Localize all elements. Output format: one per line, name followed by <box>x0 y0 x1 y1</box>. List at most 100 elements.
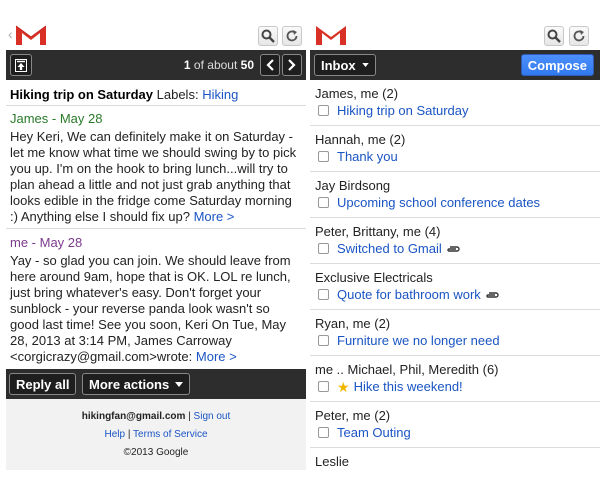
thread-sender: Peter, Brittany, me (4) <box>315 224 441 239</box>
previous-button[interactable] <box>260 54 280 76</box>
thread-row[interactable]: Hannah, me (2) Thank you <box>310 126 600 172</box>
message-2[interactable]: me - May 28 Yay - so glad you can join. … <box>6 235 306 367</box>
search-button[interactable] <box>258 26 278 46</box>
refresh-button[interactable] <box>282 26 302 46</box>
refresh-icon <box>286 30 298 42</box>
thread-checkbox[interactable] <box>318 197 329 208</box>
inbox-panel: Inbox Compose James, me (2) Hiking trip o… <box>310 0 600 470</box>
thread-subject-line[interactable]: ★ Hike this weekend! <box>318 379 463 394</box>
footer-separator: | <box>125 429 134 440</box>
thread-sender: Ryan, me (2) <box>315 316 391 331</box>
conversation-panel: ‹ 1 of about 50 Hiking trip on Saturday … <box>6 0 306 470</box>
thread-subject-line[interactable]: Hiking trip on Saturday <box>318 103 469 118</box>
thread-subject-line[interactable]: Thank you <box>318 149 398 164</box>
message-1[interactable]: James - May 28 Hey Keri, We can definite… <box>6 111 306 229</box>
thread-row[interactable]: Leslie <box>310 448 600 470</box>
thread-subject[interactable]: Switched to Gmail <box>337 241 442 256</box>
thread-sender: Peter, me (2) <box>315 408 391 423</box>
chevron-left-icon <box>266 59 274 71</box>
sign-out-link[interactable]: Sign out <box>194 411 231 422</box>
footer-account: hikingfan@gmail.com | Sign out <box>6 411 306 422</box>
thread-row[interactable]: Ryan, me (2) Furniture we no longer need <box>310 310 600 356</box>
thread-row[interactable]: Peter, me (2) Team Outing <box>310 402 600 448</box>
thread-subject[interactable]: Quote for bathroom work <box>337 287 481 302</box>
thread-subject-line[interactable]: Furniture we no longer need <box>318 333 500 348</box>
labels-prefix: Labels: <box>156 87 199 102</box>
thread-subject[interactable]: Team Outing <box>337 425 411 440</box>
thread-subject[interactable]: Upcoming school conference dates <box>337 195 540 210</box>
thread-checkbox[interactable] <box>318 105 329 116</box>
compose-label: Compose <box>527 57 587 73</box>
account-email: hikingfan@gmail.com <box>81 411 186 422</box>
counter-current: 1 <box>183 58 191 72</box>
thread-sender: Exclusive Electricals <box>315 270 433 285</box>
search-icon <box>547 29 561 43</box>
thread-sender: James, me (2) <box>315 86 399 101</box>
thread-checkbox[interactable] <box>318 243 329 254</box>
inbox-toolbar: Inbox Compose <box>310 50 600 80</box>
message-body: Hey Keri, We can definitely make it on S… <box>10 129 297 224</box>
paperclip-icon <box>447 245 460 252</box>
gmail-logo-icon[interactable] <box>14 23 48 47</box>
inbox-label: Inbox <box>321 57 356 73</box>
label-link[interactable]: Hiking <box>202 87 238 102</box>
refresh-button[interactable] <box>569 26 589 46</box>
thread-row[interactable]: Exclusive Electricals Quote for bathroom … <box>310 264 600 310</box>
conversation-toolbar: 1 of about 50 <box>6 50 306 80</box>
footer-links: Help | Terms of Service <box>6 429 306 440</box>
reply-all-label: Reply all <box>16 376 70 392</box>
thread-row[interactable]: me .. Michael, Phil, Meredith (6) ★ Hike t… <box>310 356 600 402</box>
more-link[interactable]: More > <box>196 349 237 364</box>
thread-checkbox[interactable] <box>318 151 329 162</box>
more-actions-label: More actions <box>89 376 170 392</box>
counter-text: of about <box>190 58 241 72</box>
thread-subject[interactable]: Thank you <box>337 149 398 164</box>
thread-checkbox[interactable] <box>318 335 329 346</box>
more-actions-button[interactable]: More actions <box>82 373 191 395</box>
thread-subject-line[interactable]: Quote for bathroom work <box>318 287 499 302</box>
star-icon[interactable]: ★ <box>337 380 350 394</box>
terms-link[interactable]: Terms of Service <box>133 429 207 440</box>
action-bar: Reply all More actions <box>6 369 306 399</box>
conversation-counter: 1 of about 50 <box>184 58 254 72</box>
thread-row[interactable]: James, me (2) Hiking trip on Saturday <box>310 80 600 126</box>
next-button[interactable] <box>282 54 302 76</box>
reply-all-button[interactable]: Reply all <box>9 373 77 395</box>
subject-text: Hiking trip on Saturday <box>10 87 154 102</box>
dropdown-caret-icon <box>175 381 184 387</box>
counter-total: 50 <box>240 58 254 72</box>
refresh-icon <box>573 30 585 42</box>
footer-separator: | <box>185 411 194 422</box>
search-button[interactable] <box>544 26 564 46</box>
thread-sender: Jay Birdsong <box>315 178 391 193</box>
back-chevron-icon[interactable]: ‹ <box>8 26 13 42</box>
inbox-dropdown[interactable]: Inbox <box>314 54 376 76</box>
more-link[interactable]: More > <box>194 209 235 224</box>
compose-button[interactable]: Compose <box>520 54 594 76</box>
message-header[interactable]: me - May 28 <box>10 235 302 251</box>
thread-sender: me .. Michael, Phil, Meredith (6) <box>315 362 499 377</box>
thread-subject[interactable]: Hiking trip on Saturday <box>337 103 469 118</box>
message-body: Yay - so glad you can join. We should le… <box>10 253 291 364</box>
help-link[interactable]: Help <box>104 429 125 440</box>
gmail-logo-icon[interactable] <box>314 23 348 47</box>
thread-checkbox[interactable] <box>318 381 329 392</box>
thread-subject-line[interactable]: Switched to Gmail <box>318 241 460 256</box>
archive-icon <box>15 58 27 72</box>
thread-subject[interactable]: Furniture we no longer need <box>337 333 500 348</box>
thread-row[interactable]: Peter, Brittany, me (4) Switched to Gmail <box>310 218 600 264</box>
top-bar: ‹ <box>6 0 306 50</box>
thread-sender: Hannah, me (2) <box>315 132 406 147</box>
footer: hikingfan@gmail.com | Sign out Help | Te… <box>6 399 306 470</box>
thread-checkbox[interactable] <box>318 289 329 300</box>
thread-subject[interactable]: Hike this weekend! <box>354 379 463 394</box>
search-icon <box>261 29 275 43</box>
thread-checkbox[interactable] <box>318 427 329 438</box>
message-header[interactable]: James - May 28 <box>10 111 302 127</box>
thread-subject-line[interactable]: Upcoming school conference dates <box>318 195 540 210</box>
thread-row[interactable]: Jay Birdsong Upcoming school conference d… <box>310 172 600 218</box>
dropdown-caret-icon <box>361 63 369 67</box>
paperclip-icon <box>486 291 499 298</box>
archive-button[interactable] <box>10 54 32 76</box>
thread-subject-line[interactable]: Team Outing <box>318 425 411 440</box>
